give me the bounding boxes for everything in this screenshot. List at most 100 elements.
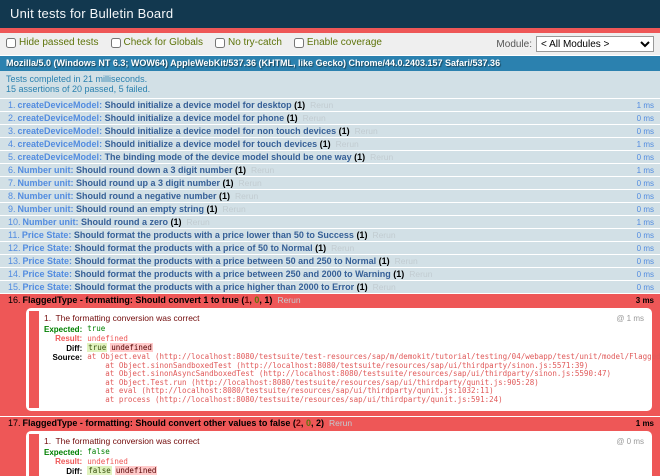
- module-name: createDeviceModel: [18, 113, 100, 123]
- rerun-link[interactable]: Rerun: [277, 295, 300, 305]
- assert-counts: (2, 0, 2): [293, 418, 324, 428]
- hide-passed-tests-checkbox[interactable]: [6, 38, 16, 48]
- assert-runtime: @ 0 ms: [616, 437, 644, 447]
- test-result-summary: Tests completed in 21 milliseconds. 15 a…: [0, 71, 660, 99]
- test-runtime: 0 ms: [637, 114, 654, 124]
- test-title: createDeviceModel: Should initialize a d…: [18, 139, 331, 149]
- checkbox-label-check-for-globals[interactable]: Check for Globals: [111, 37, 203, 48]
- enable-coverage-checkbox[interactable]: [294, 38, 304, 48]
- failed-count: 1: [244, 295, 249, 305]
- page-title: Unit tests for Bulletin Board: [0, 0, 660, 28]
- test-number: 4.: [8, 139, 16, 149]
- rerun-link[interactable]: Rerun: [355, 126, 378, 136]
- test-number: 10.: [8, 217, 21, 227]
- hide-passed-tests-label-text: Hide passed tests: [19, 37, 99, 48]
- module-name: Price State: [23, 256, 70, 266]
- test-title: Price State: Should format the products …: [23, 256, 390, 266]
- assert-counts: (1): [171, 217, 182, 227]
- test-row: 1 ms 4.createDeviceModel: Should initiali…: [0, 138, 660, 151]
- rerun-link[interactable]: Rerun: [329, 418, 352, 428]
- module-name: Number unit: [18, 165, 71, 175]
- test-runtime: 0 ms: [637, 257, 654, 267]
- check-for-globals-checkbox[interactable]: [111, 38, 121, 48]
- rerun-link[interactable]: Rerun: [395, 256, 418, 266]
- test-row: 3 ms16.FlaggedType - formatting: Should …: [0, 294, 660, 417]
- test-title: Number unit: Should round a zero (1): [23, 217, 182, 227]
- test-runtime: 0 ms: [637, 231, 654, 241]
- rerun-link[interactable]: Rerun: [409, 269, 432, 279]
- rerun-link[interactable]: Rerun: [370, 152, 393, 162]
- test-title: FlaggedType - formatting: Should convert…: [23, 295, 273, 305]
- assert-counts: (1): [357, 282, 368, 292]
- assert-list: @ 1 ms1. The formatting conversion was c…: [26, 308, 652, 411]
- summary-line1: Tests completed in 21 milliseconds.: [6, 74, 654, 84]
- assert-counts: (1): [219, 191, 230, 201]
- diff-label: Diff:: [44, 467, 87, 476]
- checkbox-label-no-try-catch[interactable]: No try-catch: [215, 37, 282, 48]
- no-try-catch-checkbox[interactable]: [215, 38, 225, 48]
- module-select[interactable]: < All Modules >: [536, 36, 654, 52]
- toolbar-checkboxes: Hide passed tests Check for Globals No try…: [6, 37, 394, 51]
- module-name: FlaggedType - formatting: [23, 418, 130, 428]
- rerun-link[interactable]: Rerun: [373, 282, 396, 292]
- assert-counts: (1): [354, 152, 365, 162]
- result-value-cell: undefined: [87, 334, 660, 344]
- test-title: FlaggedType - formatting: Should convert…: [23, 418, 324, 428]
- test-name: Should round up a 3 digit number: [76, 178, 223, 188]
- module-name: Price State: [22, 230, 69, 240]
- test-runtime: 1 ms: [637, 101, 654, 111]
- assert-number: 1.: [44, 313, 53, 323]
- test-name: Should initialize a device model for non…: [105, 126, 339, 136]
- test-row: 0 ms9.Number unit: Should round an empty…: [0, 203, 660, 216]
- test-name: Should round a zero: [81, 217, 171, 227]
- assert-counts: (1): [320, 139, 331, 149]
- checkbox-label-hide-passed-tests[interactable]: Hide passed tests: [6, 37, 99, 48]
- rerun-link[interactable]: Rerun: [336, 139, 359, 149]
- test-row: 0 ms7.Number unit: Should round up a 3 d…: [0, 177, 660, 190]
- summary-line2: 15 assertions of 20 passed, 5 failed.: [6, 84, 654, 94]
- rerun-link[interactable]: Rerun: [331, 243, 354, 253]
- test-runtime: 0 ms: [637, 244, 654, 254]
- test-title: Price State: Should format the products …: [23, 282, 368, 292]
- assert-message: The formatting conversion was correct: [55, 436, 199, 446]
- assert-counts: (1): [287, 113, 298, 123]
- assert-list: @ 0 ms1. The formatting conversion was c…: [26, 431, 652, 476]
- test-number: 14.: [8, 269, 21, 279]
- module-name: Number unit: [18, 204, 71, 214]
- module-name: Price State: [23, 243, 70, 253]
- rerun-link[interactable]: Rerun: [223, 204, 246, 214]
- test-number: 2.: [8, 113, 16, 123]
- test-title: createDeviceModel: Should initialize a d…: [18, 113, 298, 123]
- test-title: Number unit: Should round an empty strin…: [18, 204, 218, 214]
- test-name: Should convert other values to false: [135, 418, 293, 428]
- result-value: undefined: [87, 335, 660, 344]
- result-value: undefined: [87, 458, 660, 467]
- rerun-link[interactable]: Rerun: [303, 113, 326, 123]
- test-name: Should format the products with a price …: [75, 269, 394, 279]
- rerun-link[interactable]: Rerun: [239, 178, 262, 188]
- rerun-link[interactable]: Rerun: [310, 100, 333, 110]
- test-row: 0 ms13.Price State: Should format the pr…: [0, 255, 660, 268]
- passed-count: 0: [306, 418, 311, 428]
- test-name: Should initialize a device model for pho…: [105, 113, 287, 123]
- expected-row: Expected:false: [44, 448, 660, 458]
- checkbox-label-enable-coverage[interactable]: Enable coverage: [294, 37, 382, 48]
- rerun-link[interactable]: Rerun: [187, 217, 210, 227]
- toolbar: Hide passed tests Check for Globals No try…: [0, 33, 660, 56]
- test-row: 1 ms1.createDeviceModel: Should initiali…: [0, 99, 660, 112]
- assert-item: @ 1 ms1. The formatting conversion was c…: [29, 311, 649, 408]
- test-name: Should convert 1 to true: [135, 295, 241, 305]
- rerun-link[interactable]: Rerun: [251, 165, 274, 175]
- test-name: Should initialize a device model for des…: [105, 100, 295, 110]
- source-label: Source:: [44, 353, 87, 404]
- module-name: createDeviceModel: [18, 100, 100, 110]
- test-number: 12.: [8, 243, 21, 253]
- assert-item: @ 0 ms1. The formatting conversion was c…: [29, 434, 649, 476]
- passed-count: 0: [254, 295, 259, 305]
- test-runtime: 1 ms: [636, 419, 654, 429]
- rerun-link[interactable]: Rerun: [372, 230, 395, 240]
- test-runtime: 1 ms: [637, 140, 654, 150]
- test-name: Should round down a 3 digit number: [76, 165, 235, 175]
- expected-label: Expected:: [44, 448, 87, 458]
- rerun-link[interactable]: Rerun: [235, 191, 258, 201]
